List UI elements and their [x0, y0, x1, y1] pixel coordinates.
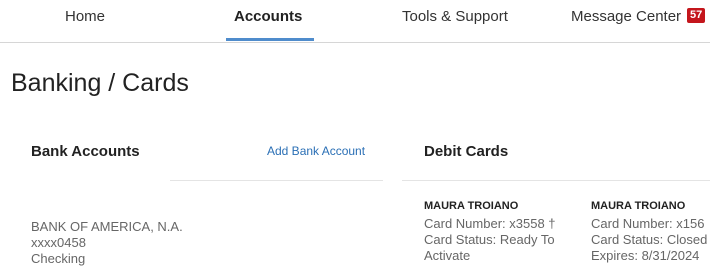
account-type: Checking	[31, 251, 86, 266]
bank-accounts-divider	[170, 180, 383, 181]
card-holder-name: MAURA TROIANO	[424, 200, 519, 212]
card-status: Card Status: Ready To Activate	[424, 232, 555, 263]
debit-cards-divider	[402, 180, 710, 181]
nav-message-center[interactable]: Message Center 57	[571, 0, 710, 42]
card-status: Card Status: Closed	[591, 232, 708, 247]
add-bank-account-link[interactable]: Add Bank Account	[267, 144, 365, 158]
debit-card-item[interactable]: MAURA TROIANO Card Number: x156 Card Sta…	[591, 200, 710, 264]
card-expiry: Expires: 8/31/2024	[591, 248, 700, 263]
account-number: xxxx0458	[31, 235, 86, 250]
nav-home-label: Home	[65, 8, 106, 25]
card-number: Card Number: x3558 †	[424, 216, 556, 231]
bank-accounts-heading: Bank Accounts	[31, 143, 140, 160]
message-count-badge: 57	[687, 8, 706, 23]
nav-messages-label: Message Center	[571, 8, 682, 25]
nav-home[interactable]: Home	[65, 0, 110, 42]
bank-name: BANK OF AMERICA, N.A.	[31, 219, 183, 234]
debit-card-item[interactable]: MAURA TROIANO Card Number: x3558 † Card …	[424, 200, 574, 264]
nav-tools-support[interactable]: Tools & Support	[402, 0, 517, 42]
card-number: Card Number: x156	[591, 216, 705, 231]
card-holder-name: MAURA TROIANO	[591, 200, 686, 212]
nav-accounts[interactable]: Accounts	[226, 0, 314, 42]
bank-account-item[interactable]: BANK OF AMERICA, N.A. xxxx0458 Checking	[31, 219, 183, 267]
top-navigation: Home Accounts Tools & Support Message Ce…	[0, 0, 710, 43]
debit-cards-heading: Debit Cards	[424, 143, 509, 160]
active-tab-indicator	[226, 38, 314, 41]
nav-tools-label: Tools & Support	[402, 8, 508, 25]
nav-accounts-label: Accounts	[234, 8, 303, 25]
page-title: Banking / Cards	[11, 69, 189, 97]
